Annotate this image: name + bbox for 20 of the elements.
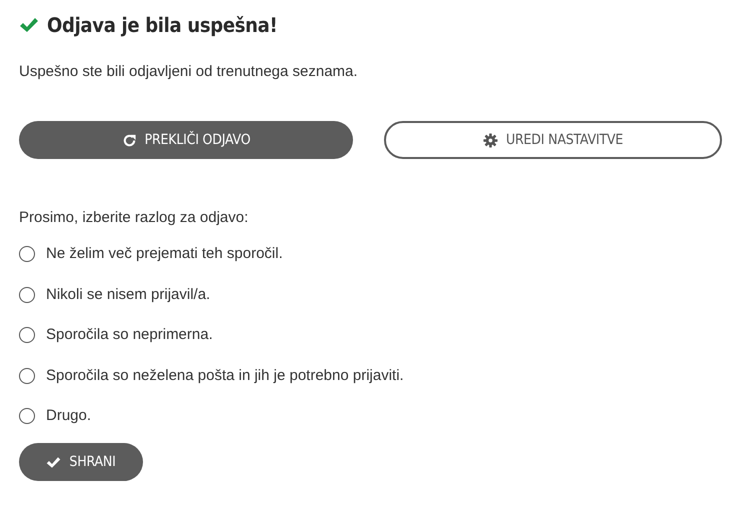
reason-label[interactable]: Nikoli se nisem prijavil/a. [46, 284, 210, 304]
reason-label[interactable]: Drugo. [46, 406, 92, 426]
save-button[interactable]: SHRANI [19, 443, 143, 481]
radio-button[interactable] [19, 327, 35, 343]
check-icon [19, 17, 39, 33]
cancel-button[interactable]: PREKLIČI ODJAVO [19, 121, 353, 159]
reason-label[interactable]: Ne želim več prejemati teh sporočil. [46, 244, 283, 264]
radio-button[interactable] [19, 246, 35, 262]
reason-prompt: Prosimo, izberite razlog za odjavo: [19, 208, 250, 228]
settings-button[interactable]: UREDI NASTAVITVE [384, 121, 722, 159]
check-icon [46, 454, 62, 470]
radio-button[interactable] [19, 286, 35, 302]
radio-button[interactable] [19, 368, 35, 384]
radio-button[interactable] [19, 408, 35, 424]
refresh-icon [122, 132, 137, 148]
reason-label[interactable]: Sporočila so neprimerna. [46, 325, 213, 345]
message-text: Uspešno ste bili odjavljeni od trenutnega seznama. [19, 62, 359, 82]
page-title: Odjava je bila uspešna! [47, 13, 278, 37]
reason-label[interactable]: Sporočila so neželena pošta in jih je potrebno prijaviti. [46, 366, 404, 386]
gear-icon [482, 132, 498, 148]
